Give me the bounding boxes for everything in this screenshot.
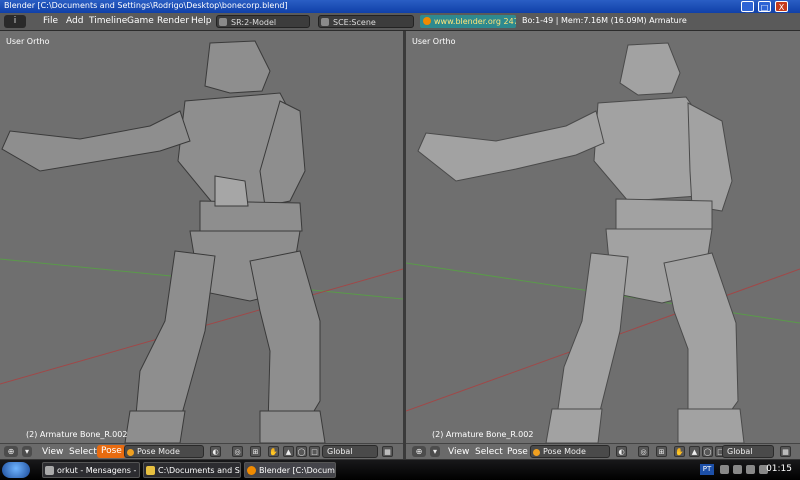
language-indicator[interactable]: PT: [700, 464, 714, 475]
header-collapse-icon[interactable]: ▾: [22, 446, 32, 457]
editor-type-icon[interactable]: ⊕: [4, 446, 18, 457]
url-text: www.blender.org 247.10: [434, 17, 516, 26]
viewport-left-object-info: (2) Armature Bone_R.002: [26, 430, 128, 439]
rotate-icon[interactable]: ◯: [702, 446, 713, 457]
maximize-button[interactable]: □: [758, 1, 771, 12]
pivot-icon[interactable]: ◎: [638, 446, 649, 457]
window-title: Blender [C:\Documents and Settings\Rodri…: [4, 1, 288, 10]
translate-icon[interactable]: ▲: [689, 446, 700, 457]
minimize-button[interactable]: _: [741, 1, 754, 12]
menu-game[interactable]: Game: [127, 16, 154, 26]
header-collapse-icon[interactable]: ▾: [430, 446, 440, 457]
orkut-icon: [45, 466, 54, 475]
pivot-icon[interactable]: ◎: [232, 446, 243, 457]
mode-label: Pose Mode: [137, 447, 180, 456]
scene-browse-icon[interactable]: [321, 18, 329, 26]
mode-selector[interactable]: Pose Mode: [530, 445, 610, 458]
clock: 01:15: [766, 464, 792, 474]
title-bar: Blender [C:\Documents and Settings\Rodri…: [0, 0, 800, 13]
taskbar-item-orkut[interactable]: orkut - Mensagens - ...: [42, 462, 140, 478]
antivirus-icon[interactable]: [746, 465, 755, 474]
blender-url[interactable]: www.blender.org 247.10: [420, 15, 516, 28]
screen-name: SR:2-Model: [231, 18, 277, 27]
taskbar-item-label: orkut - Mensagens - ...: [57, 466, 140, 475]
manipulator-hand-icon[interactable]: ✋: [268, 446, 279, 457]
viewport-left-scene: [0, 40, 403, 443]
folder-icon: [146, 466, 155, 475]
viewport-left-view-label: User Ortho: [6, 37, 50, 46]
window-type-icon[interactable]: i: [4, 15, 26, 28]
snap-icon[interactable]: ⊞: [250, 446, 261, 457]
menu-view[interactable]: View: [448, 447, 469, 457]
mode-label: Pose Mode: [543, 447, 586, 456]
menu-select[interactable]: Select: [69, 447, 97, 457]
orientation-selector[interactable]: Global: [322, 445, 378, 458]
menu-pose[interactable]: Pose: [97, 445, 126, 458]
scene-selector[interactable]: SCE:Scene: [318, 15, 414, 28]
viewport-right-header: ⊕ ▾ View Select Pose Pose Mode ◐ ◎ ⊞ ✋ ▲…: [406, 443, 800, 459]
layers-icon[interactable]: ▦: [780, 446, 791, 457]
orientation-selector[interactable]: Global: [722, 445, 774, 458]
menu-file[interactable]: File: [43, 16, 58, 26]
menu-view[interactable]: View: [42, 447, 63, 457]
viewport-left-header: ⊕ ▾ View Select Pose Pose Mode ◐ ◎ ⊞ ✋ ▲…: [0, 443, 403, 459]
windows-taskbar: orkut - Mensagens - ... C:\Documents and…: [0, 459, 800, 480]
viewport-right-object-info: (2) Armature Bone_R.002: [432, 430, 534, 439]
viewport-left[interactable]: User Ortho (2) Armature Bone_R.002: [0, 31, 403, 443]
draw-type-icon[interactable]: ◐: [210, 446, 221, 457]
manipulator-hand-icon[interactable]: ✋: [674, 446, 685, 457]
scene-name: SCE:Scene: [333, 18, 376, 27]
taskbar-item-label: Blender [C:\Docume...: [259, 466, 335, 475]
network-icon[interactable]: [720, 465, 729, 474]
menu-render[interactable]: Render: [157, 16, 189, 26]
volume-icon[interactable]: [733, 465, 742, 474]
layers-icon[interactable]: ▦: [382, 446, 393, 457]
rotate-icon[interactable]: ◯: [296, 446, 307, 457]
menu-help[interactable]: Help: [191, 16, 212, 26]
blender-icon: [247, 466, 256, 475]
screen-browse-icon[interactable]: [219, 18, 227, 26]
taskbar-item-blender[interactable]: Blender [C:\Docume...: [244, 462, 336, 478]
close-button[interactable]: X: [775, 1, 788, 12]
menu-pose[interactable]: Pose: [507, 447, 528, 457]
screen-selector[interactable]: SR:2-Model: [216, 15, 310, 28]
translate-icon[interactable]: ▲: [283, 446, 294, 457]
draw-type-icon[interactable]: ◐: [616, 446, 627, 457]
scale-icon[interactable]: □: [309, 446, 320, 457]
scene-stats: Bo:1-49 | Mem:7.16M (16.09M) Armature: [522, 16, 687, 25]
viewport-right-scene: [406, 42, 800, 443]
menu-add[interactable]: Add: [66, 16, 83, 26]
character-model-detailed: [1, 40, 326, 443]
character-model-lowpoly: [417, 42, 745, 443]
taskbar-item-explorer[interactable]: C:\Documents and S...: [143, 462, 241, 478]
viewport-right-view-label: User Ortho: [412, 37, 456, 46]
start-button[interactable]: [2, 462, 30, 478]
taskbar-item-label: C:\Documents and S...: [158, 466, 241, 475]
pose-mode-icon: [533, 449, 540, 456]
info-header: i File Add Timeline Game Render Help SR:…: [0, 13, 800, 31]
mode-selector[interactable]: Pose Mode: [124, 445, 204, 458]
snap-icon[interactable]: ⊞: [656, 446, 667, 457]
blender-logo-icon: [423, 17, 431, 25]
viewport-right[interactable]: User Ortho (2) Armature Bone_R.002: [406, 31, 800, 443]
editor-type-icon[interactable]: ⊕: [412, 446, 426, 457]
menu-select[interactable]: Select: [475, 447, 503, 457]
pose-mode-icon: [127, 449, 134, 456]
menu-timeline[interactable]: Timeline: [89, 16, 127, 26]
